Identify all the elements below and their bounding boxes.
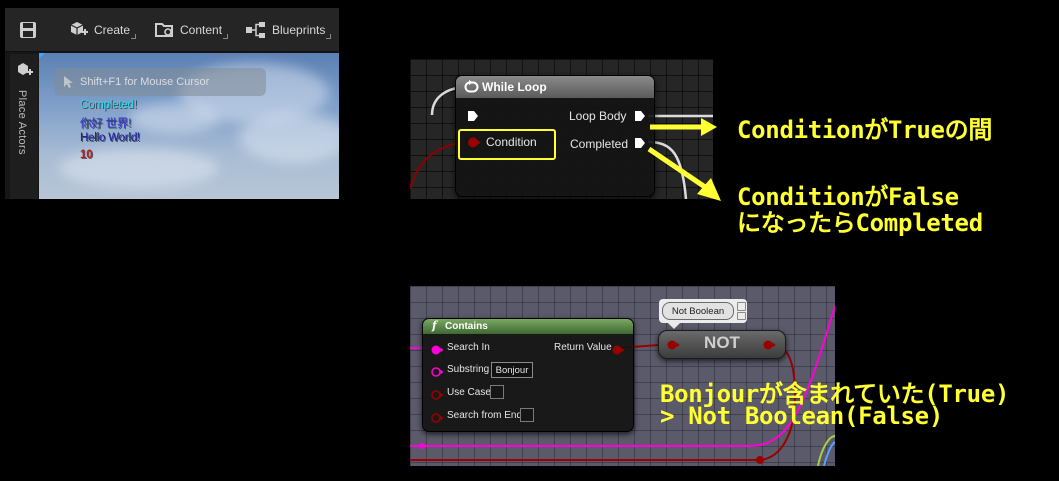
not-boolean-tooltip: Not Boolean (659, 299, 747, 323)
mouse-cursor-hint: Shift+F1 for Mouse Cursor (54, 68, 266, 96)
return-value-bool-pin[interactable] (611, 344, 625, 356)
function-icon: f (432, 319, 437, 332)
use-case-checkbox[interactable] (490, 385, 504, 399)
search-from-end-checkbox[interactable] (520, 408, 534, 422)
while-loop-header: While Loop (456, 76, 654, 98)
condition-bool-pin[interactable] (467, 136, 481, 149)
condition-label: Condition (486, 135, 537, 149)
annotation-arrows (647, 118, 721, 201)
save-icon (20, 21, 36, 38)
substring-label: Substring (447, 364, 490, 375)
dropdown-corner-icon (326, 34, 332, 39)
create-label: Create (94, 22, 131, 37)
loop-icon (464, 80, 479, 93)
print-string-log-3: Hello World! (80, 132, 141, 144)
dropdown-corner-icon (131, 34, 137, 39)
substring-string-pin[interactable] (430, 366, 444, 378)
tooltip-pointer (668, 323, 680, 329)
substring-input[interactable]: Bonjour (491, 362, 533, 378)
annotation-while-true: ConditionがTrueの間 (737, 116, 993, 144)
contains-title: Contains (445, 321, 488, 332)
blueprints-button[interactable]: Blueprints (245, 8, 332, 51)
content-button[interactable]: Content (155, 8, 229, 51)
save-button[interactable] (19, 8, 37, 51)
cursor-icon (64, 76, 73, 88)
level-editor-window: Create Content Blueprints Place Actors S… (5, 8, 339, 199)
exec-in-pin[interactable] (467, 110, 479, 122)
place-actors-icon (18, 63, 33, 75)
level-viewport[interactable]: Shift+F1 for Mouse Cursor Completed! 你好 … (39, 53, 339, 199)
not-boolean-node[interactable]: NOT (658, 330, 786, 359)
loop-body-label: Loop Body (569, 109, 627, 123)
blueprints-label: Blueprints (272, 22, 326, 37)
add-cube-icon (70, 21, 88, 35)
print-string-log-2: 你好 世界! (80, 118, 132, 130)
search-from-end-label: Search from End (447, 410, 523, 421)
while-loop-node[interactable]: While Loop Loop Body Completed Condition (455, 75, 655, 197)
not-boolean-label: Not Boolean (662, 302, 734, 320)
while-loop-title: While Loop (482, 80, 547, 94)
pin-tooltip-icon (737, 302, 746, 311)
create-button[interactable]: Create (69, 8, 137, 51)
print-string-log-4: 10 (80, 149, 93, 161)
hint-text: Shift+F1 for Mouse Cursor (80, 76, 210, 88)
search-in-string-pin[interactable] (430, 344, 444, 356)
close-tooltip-icon (737, 312, 746, 320)
print-string-log-1: Completed! (80, 99, 137, 111)
content-browser-icon (155, 22, 173, 37)
search-from-end-bool-pin[interactable] (430, 412, 444, 424)
use-case-label: Use Case (447, 387, 491, 398)
viewport-corner-marker (39, 53, 45, 59)
use-case-bool-pin[interactable] (430, 389, 444, 401)
main-toolbar: Create Content Blueprints (5, 8, 339, 52)
annotation-contains-2: > Not Boolean(False) (660, 402, 943, 430)
return-value-label: Return Value (554, 342, 612, 353)
dropdown-corner-icon (223, 34, 229, 39)
not-output-bool-pin[interactable] (762, 339, 776, 351)
contains-header: f Contains (423, 319, 633, 334)
completed-label: Completed (570, 137, 629, 151)
blueprint-icon (246, 21, 265, 38)
contains-node[interactable]: f Contains Search In Return Value Substr… (422, 318, 634, 432)
search-in-label: Search In (447, 342, 490, 353)
annotation-while-false-2: になったらCompleted (737, 209, 983, 237)
content-label: Content (180, 22, 223, 37)
sky-cloud (129, 103, 219, 133)
place-actors-label: Place Actors (16, 90, 28, 155)
sky-cloud (239, 113, 339, 163)
place-actors-tab[interactable]: Place Actors (10, 54, 38, 199)
